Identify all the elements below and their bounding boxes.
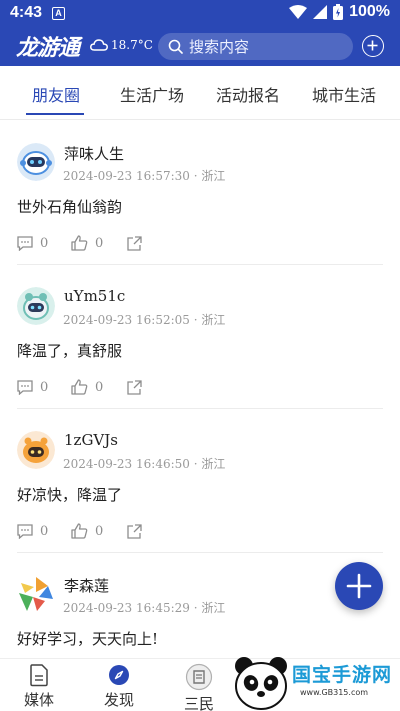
post-actions: 0 0 <box>17 523 142 539</box>
comment-button[interactable]: 0 <box>17 236 71 251</box>
post-actions: 0 0 <box>17 379 142 395</box>
active-tab-indicator <box>26 113 84 115</box>
nav-label: 三民 <box>184 695 215 711</box>
post-meta: 2024-09-23 16:57:30 · 浙江 <box>63 169 226 183</box>
post-item[interactable]: 1zGVJs 2024-09-23 16:46:50 · 浙江 好凉快，降温了 … <box>0 409 400 553</box>
tab-event-signup[interactable]: 活动报名 <box>216 82 280 106</box>
comment-count: 0 <box>40 379 49 395</box>
signal-icon <box>313 5 328 19</box>
share-icon <box>127 235 142 251</box>
watermark-text: 国宝手游网 <box>292 664 393 686</box>
post-author[interactable]: 萍味人生 <box>64 143 124 164</box>
compass-icon <box>109 665 129 685</box>
nav-label: 媒体 <box>24 691 55 709</box>
thumbs-up-icon <box>71 235 88 251</box>
like-count: 0 <box>95 523 104 539</box>
share-icon <box>127 523 142 539</box>
weather-temperature: 18.7°C <box>111 38 153 52</box>
like-button[interactable]: 0 <box>71 379 127 395</box>
post-meta: 2024-09-23 16:46:50 · 浙江 <box>63 457 226 471</box>
post-item[interactable]: 萍味人生 2024-09-23 16:57:30 · 浙江 世外石角仙翁韵 0 … <box>0 121 400 265</box>
category-tabs: 朋友圈 生活广场 活动报名 城市生活 <box>0 66 400 120</box>
comment-button[interactable]: 0 <box>17 524 71 539</box>
battery-icon <box>333 4 344 20</box>
avatar[interactable] <box>17 431 55 469</box>
post-author[interactable]: 李森莲 <box>64 575 109 596</box>
comment-count: 0 <box>40 523 49 539</box>
post-content: 世外石角仙翁韵 <box>17 198 123 216</box>
post-meta: 2024-09-23 16:45:29 · 浙江 <box>63 601 226 615</box>
app-header: 4:43 A 100% 龙游通 18.7°C <box>0 0 400 66</box>
like-count: 0 <box>95 379 104 395</box>
plus-icon <box>367 40 378 51</box>
search-bar[interactable] <box>158 33 353 60</box>
share-button[interactable] <box>127 379 142 395</box>
weather-widget[interactable]: 18.7°C <box>90 38 153 52</box>
plus-icon <box>346 573 372 599</box>
watermark-url: www.GB315.com <box>300 688 369 697</box>
panda-logo <box>235 657 287 710</box>
post-author[interactable]: 1zGVJs <box>64 431 118 449</box>
create-post-button[interactable] <box>335 562 383 610</box>
nav-item-discover[interactable]: 发现 <box>104 663 134 710</box>
post-meta: 2024-09-23 16:52:05 · 浙江 <box>63 313 226 327</box>
comment-icon <box>17 235 33 251</box>
status-indicators: 100% <box>289 3 390 21</box>
add-button[interactable] <box>362 35 384 57</box>
comment-count: 0 <box>40 235 49 251</box>
document-icon <box>30 664 48 687</box>
thumbs-up-icon <box>71 379 88 395</box>
app-logo: 龙游通 <box>16 36 80 61</box>
comment-button[interactable]: 0 <box>17 380 71 395</box>
comment-icon <box>17 379 33 395</box>
avatar[interactable] <box>17 143 55 181</box>
avatar[interactable] <box>17 287 55 325</box>
nav-label: 发现 <box>104 691 135 709</box>
post-content: 降温了，真舒服 <box>17 342 123 360</box>
share-button[interactable] <box>127 235 142 251</box>
like-count: 0 <box>95 235 104 251</box>
status-time: 4:43 <box>10 4 43 21</box>
notification-icon: A <box>52 7 65 20</box>
like-button[interactable]: 0 <box>71 523 127 539</box>
like-button[interactable]: 0 <box>71 235 127 251</box>
badge-icon <box>185 663 213 691</box>
post-item[interactable]: uYm51c 2024-09-23 16:52:05 · 浙江 降温了，真舒服 … <box>0 265 400 409</box>
post-author[interactable]: uYm51c <box>64 287 125 305</box>
post-content: 好好学习，天天向上! <box>17 630 159 648</box>
app-bar: 龙游通 18.7°C <box>0 30 400 62</box>
tab-life-square[interactable]: 生活广场 <box>120 82 184 106</box>
thumbs-up-icon <box>71 523 88 539</box>
post-content: 好凉快，降温了 <box>17 486 123 504</box>
avatar[interactable] <box>17 575 55 613</box>
tab-city-life[interactable]: 城市生活 <box>312 82 376 106</box>
search-icon <box>168 39 183 54</box>
tab-friends-circle[interactable]: 朋友圈 <box>32 82 80 106</box>
status-bar: 4:43 A 100% <box>0 0 400 28</box>
battery-percent: 100% <box>349 3 390 20</box>
share-icon <box>127 379 142 395</box>
nav-item-media[interactable]: 媒体 <box>24 663 54 710</box>
share-button[interactable] <box>127 523 142 539</box>
site-watermark: 国宝手游网 www.GB315.com <box>232 654 400 711</box>
nav-item-sanmin[interactable]: 三民 <box>184 663 214 711</box>
wifi-icon <box>289 5 308 19</box>
cloud-icon <box>90 39 108 51</box>
search-input[interactable] <box>189 37 339 56</box>
comment-icon <box>17 523 33 539</box>
post-actions: 0 0 <box>17 235 142 251</box>
